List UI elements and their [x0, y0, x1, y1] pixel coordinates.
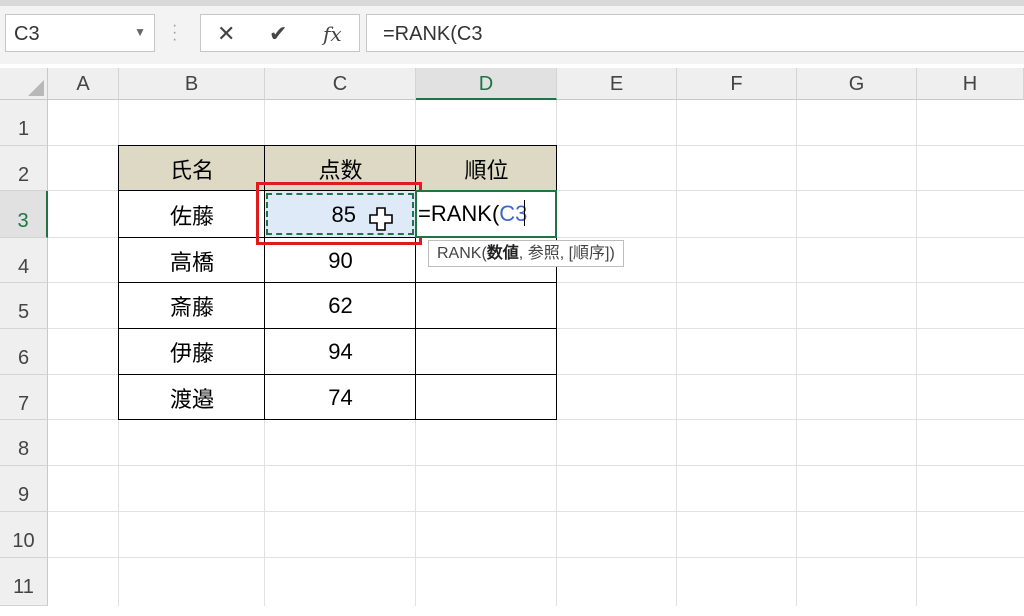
- chevron-down-icon[interactable]: ▼: [134, 25, 146, 39]
- cell-edit-prefix: =RANK(: [418, 201, 500, 226]
- gridline: [48, 511, 1024, 512]
- gridline: [48, 465, 1024, 466]
- name-box[interactable]: C3 ▼: [5, 14, 155, 52]
- row-header-3[interactable]: 3: [0, 191, 48, 238]
- gridline: [48, 557, 1024, 558]
- score-cell[interactable]: 94: [265, 329, 416, 375]
- table-border: [118, 282, 557, 283]
- row-header-9[interactable]: 9: [0, 466, 48, 512]
- drag-handle-icon[interactable]: · · ·: [172, 18, 177, 48]
- row-header-1[interactable]: 1: [0, 100, 48, 146]
- table-border: [556, 145, 557, 420]
- column-header-f[interactable]: F: [677, 68, 797, 100]
- row-header-5[interactable]: 5: [0, 283, 48, 329]
- header-cell-rank[interactable]: 順位: [416, 146, 557, 191]
- name-cell[interactable]: 斎藤: [119, 283, 265, 329]
- formula-text: =RANK(C3: [383, 23, 483, 45]
- annotation-highlight-box: [256, 182, 422, 245]
- table-border: [118, 145, 557, 146]
- column-header-h[interactable]: H: [917, 68, 1024, 100]
- select-all-triangle-icon: [28, 80, 44, 96]
- gridline: [796, 100, 797, 606]
- enter-icon[interactable]: ✔: [269, 21, 287, 47]
- tooltip-func: RANK(: [437, 245, 487, 262]
- name-cell[interactable]: 渡邉: [119, 375, 265, 420]
- header-cell-name[interactable]: 氏名: [119, 146, 265, 191]
- column-header-g[interactable]: G: [797, 68, 917, 100]
- cell-select-cursor-icon: [369, 207, 393, 231]
- formula-input[interactable]: =RANK(C3: [366, 14, 1024, 52]
- column-header-e[interactable]: E: [557, 68, 677, 100]
- table-border: [118, 374, 557, 375]
- column-header-b[interactable]: B: [119, 68, 265, 100]
- select-all-button[interactable]: [0, 68, 48, 100]
- name-box-value: C3: [14, 23, 40, 45]
- score-cell[interactable]: 62: [265, 283, 416, 329]
- row-header-6[interactable]: 6: [0, 329, 48, 375]
- name-cell[interactable]: 伊藤: [119, 329, 265, 375]
- cancel-icon[interactable]: ✕: [217, 21, 235, 47]
- tooltip-arg-current[interactable]: 数値: [487, 245, 519, 262]
- row-header-4[interactable]: 4: [0, 238, 48, 283]
- row-header-8[interactable]: 8: [0, 420, 48, 466]
- table-border: [118, 419, 557, 420]
- row-header-11[interactable]: 11: [0, 558, 48, 606]
- column-header-a[interactable]: A: [48, 68, 119, 100]
- column-header-c[interactable]: C: [265, 68, 416, 100]
- name-cell[interactable]: 高橋: [119, 238, 265, 283]
- tooltip-rest: , 参照, [順序]): [518, 245, 615, 262]
- row-header-7[interactable]: 7: [0, 375, 48, 420]
- gridline: [916, 100, 917, 606]
- score-cell[interactable]: 74: [265, 375, 416, 420]
- formula-bar-area: C3 ▼ · · · ✕ ✔ fx =RANK(C3: [0, 0, 1024, 64]
- row-header-10[interactable]: 10: [0, 512, 48, 558]
- name-cell[interactable]: 佐藤: [119, 191, 265, 238]
- insert-function-icon[interactable]: fx: [323, 22, 342, 46]
- row-header-2[interactable]: 2: [0, 146, 48, 191]
- table-border: [118, 328, 557, 329]
- cell-edit-text: =RANK(C3: [418, 201, 527, 227]
- column-header-d[interactable]: D: [416, 68, 557, 100]
- ribbon-edge: [0, 0, 1024, 6]
- formula-buttons: ✕ ✔ fx: [200, 14, 360, 52]
- function-tooltip[interactable]: RANK(数値, 参照, [順序]): [428, 240, 624, 267]
- text-caret: [524, 200, 525, 226]
- table-border: [118, 145, 119, 420]
- gridline: [676, 100, 677, 606]
